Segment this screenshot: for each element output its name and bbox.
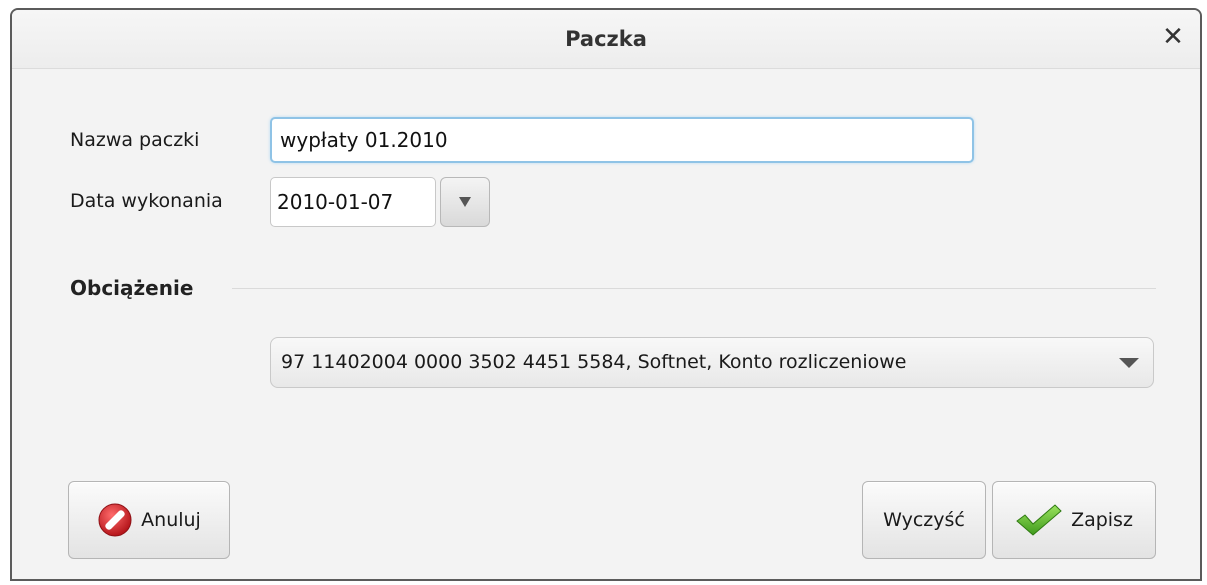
save-button[interactable]: Zapisz [992, 481, 1156, 559]
chevron-down-icon [1119, 358, 1139, 368]
save-button-label: Zapisz [1071, 509, 1133, 531]
title-bar: Paczka ✕ [12, 10, 1200, 69]
debit-account-value: 97 11402004 0000 3502 4451 5584, Softnet… [281, 351, 907, 373]
clear-button[interactable]: Wyczyść [862, 481, 986, 559]
dialog-window: Paczka ✕ Nazwa paczki Data wykonania Obc… [10, 8, 1202, 581]
package-name-input[interactable] [270, 117, 974, 163]
debit-section-title: Obciążenie [70, 276, 194, 300]
execution-date-input[interactable] [270, 177, 436, 227]
date-picker-button[interactable] [440, 177, 490, 227]
checkmark-icon [1015, 503, 1063, 537]
triangle-down-icon [459, 197, 471, 207]
cancel-button-label: Anuluj [141, 509, 201, 531]
section-divider [232, 288, 1156, 289]
close-icon[interactable]: ✕ [1158, 22, 1188, 52]
debit-account-select[interactable]: 97 11402004 0000 3502 4451 5584, Softnet… [270, 337, 1154, 388]
cancel-button[interactable]: Anuluj [68, 481, 230, 559]
dialog-title: Paczka [565, 27, 647, 51]
no-entry-icon [97, 502, 133, 538]
execution-date-label: Data wykonania [70, 190, 223, 212]
package-name-label: Nazwa paczki [70, 129, 200, 151]
clear-button-label: Wyczyść [883, 509, 965, 531]
